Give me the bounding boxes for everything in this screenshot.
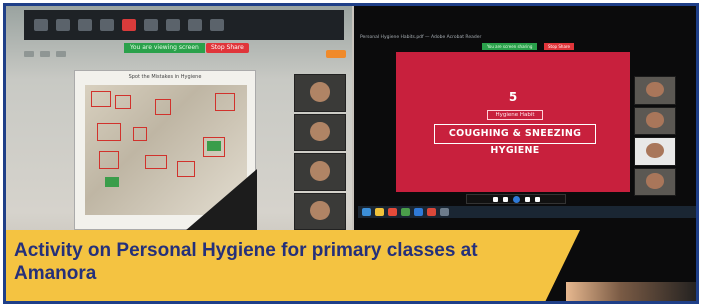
marked-mistake xyxy=(177,161,195,177)
participant-tile xyxy=(294,153,346,191)
next-icon[interactable] xyxy=(534,196,540,202)
zoom-icon[interactable] xyxy=(56,51,66,57)
media-icon[interactable] xyxy=(388,208,397,216)
marked-mistake xyxy=(215,93,235,111)
participant-face xyxy=(646,173,664,189)
photo-bottom-strip xyxy=(566,282,696,301)
forward-icon[interactable] xyxy=(524,196,530,202)
worksheet-illustration xyxy=(85,85,247,215)
worksheet-title: Spot the Mistakes in Hygiene xyxy=(128,74,202,80)
participant-tile xyxy=(294,74,346,112)
marked-mistake xyxy=(99,151,119,169)
acrobat-icon[interactable] xyxy=(427,208,436,216)
participant-tile xyxy=(634,106,676,135)
participant-face xyxy=(646,81,664,98)
participant-face xyxy=(310,121,330,142)
share-screen-icon[interactable] xyxy=(166,19,180,31)
participant-face xyxy=(646,142,664,159)
participant-tile xyxy=(294,192,346,230)
app-icon[interactable] xyxy=(440,208,449,216)
play-icon[interactable] xyxy=(512,195,520,203)
marked-mistake-green xyxy=(105,177,119,187)
mute-icon[interactable] xyxy=(34,19,48,31)
slide-tag: Hygiene Habit xyxy=(487,110,543,120)
rewind-icon[interactable] xyxy=(502,196,508,202)
chat-icon[interactable] xyxy=(144,19,158,31)
participant-gallery xyxy=(294,74,346,230)
reactions-icon[interactable] xyxy=(210,19,224,31)
present-button[interactable] xyxy=(326,50,346,58)
slide-controls xyxy=(466,194,566,204)
zoom-app-icon[interactable] xyxy=(414,208,423,216)
marked-mistake xyxy=(115,95,131,109)
chrome-icon[interactable] xyxy=(401,208,410,216)
participant-face xyxy=(310,161,330,181)
slide-number: 5 xyxy=(508,90,518,104)
marked-mistake-green xyxy=(207,141,221,151)
sharing-banner: You are screen sharing xyxy=(482,43,538,50)
folder-icon[interactable] xyxy=(375,208,384,216)
leave-icon[interactable] xyxy=(122,19,136,31)
forward-icon[interactable] xyxy=(40,51,50,57)
windows-taskbar xyxy=(358,206,696,218)
participant-face xyxy=(646,112,664,128)
participant-tile xyxy=(294,113,346,151)
document-toolbar xyxy=(16,46,346,62)
back-icon[interactable] xyxy=(24,51,34,57)
marked-mistake xyxy=(97,123,121,141)
record-icon[interactable] xyxy=(188,19,202,31)
participant-gallery xyxy=(634,76,676,196)
stop-share-button[interactable]: Stop Share xyxy=(544,43,574,50)
marked-mistake xyxy=(155,99,171,115)
photo-frame: You are viewing screen Stop Share Spot t… xyxy=(3,3,699,304)
caption-banner: Activity on Personal Hygiene for primary… xyxy=(6,230,580,301)
slide-heading: COUGHING & SNEEZING HYGIENE xyxy=(434,124,596,156)
participant-face xyxy=(310,200,330,221)
hygiene-worksheet: Spot the Mistakes in Hygiene xyxy=(74,70,257,231)
zoom-toolbar xyxy=(24,10,344,40)
participants-icon[interactable] xyxy=(100,19,114,31)
security-icon[interactable] xyxy=(78,19,92,31)
marked-mistake xyxy=(133,127,147,141)
participant-tile xyxy=(634,137,676,166)
caption-text: Activity on Personal Hygiene for primary… xyxy=(14,240,478,284)
marked-mistake xyxy=(91,91,111,107)
presentation-slide: 5 Hygiene Habit COUGHING & SNEEZING HYGI… xyxy=(396,52,630,192)
participant-tile xyxy=(634,76,676,105)
video-icon[interactable] xyxy=(56,19,70,31)
start-icon[interactable] xyxy=(362,208,371,216)
marked-mistake xyxy=(145,155,167,169)
window-title-bar: Personal Hygiene Habits.pdf — Adobe Acro… xyxy=(360,35,482,40)
previous-icon[interactable] xyxy=(492,196,498,202)
participant-face xyxy=(310,82,330,102)
participant-tile xyxy=(634,167,676,196)
